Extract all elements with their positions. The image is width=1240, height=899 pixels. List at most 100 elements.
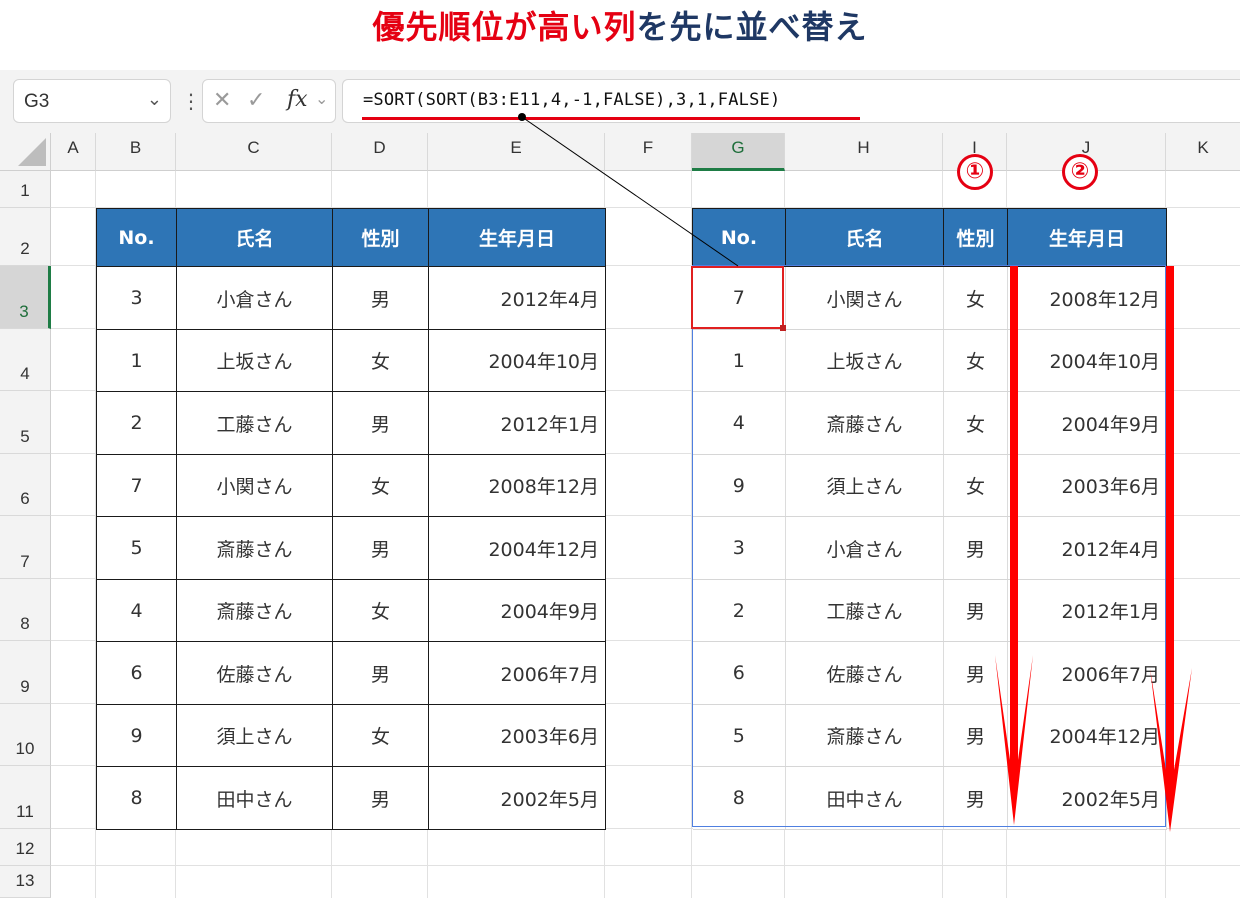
- cell-name[interactable]: 工藤さん: [785, 579, 944, 642]
- cell-birth[interactable]: 2006年7月: [1007, 641, 1167, 705]
- cell-gender[interactable]: 男: [943, 641, 1008, 705]
- row-header-5[interactable]: 5: [0, 391, 51, 454]
- cell-no[interactable]: 9: [692, 454, 786, 517]
- cell-gender[interactable]: 男: [943, 766, 1008, 830]
- cell-no[interactable]: 8: [692, 766, 786, 830]
- cell-name[interactable]: 上坂さん: [176, 329, 333, 392]
- cell-no[interactable]: 3: [96, 266, 177, 330]
- cell-birth[interactable]: 2002年5月: [428, 766, 606, 830]
- confirm-icon[interactable]: ✓: [247, 88, 265, 113]
- cell-name[interactable]: 佐藤さん: [785, 641, 944, 705]
- cell-no[interactable]: 2: [96, 391, 177, 455]
- chevron-down-icon[interactable]: ⌄: [315, 89, 328, 108]
- cell-gender[interactable]: 男: [943, 704, 1008, 767]
- cell-name[interactable]: 佐藤さん: [176, 641, 333, 705]
- cell-birth[interactable]: 2008年12月: [1007, 266, 1167, 330]
- cell-name[interactable]: 斎藤さん: [785, 704, 944, 767]
- cell-gender[interactable]: 女: [332, 579, 429, 642]
- cell-gender[interactable]: 男: [943, 579, 1008, 642]
- row-header-8[interactable]: 8: [0, 579, 51, 641]
- cell-no[interactable]: 5: [692, 704, 786, 767]
- row-header-11[interactable]: 11: [0, 766, 51, 829]
- select-all-button[interactable]: [0, 133, 51, 171]
- cell-gender[interactable]: 女: [332, 704, 429, 767]
- cell-birth[interactable]: 2012年1月: [1007, 579, 1167, 642]
- cell-no[interactable]: 4: [692, 391, 786, 455]
- cell-birth[interactable]: 2012年4月: [1007, 516, 1167, 580]
- column-header-h[interactable]: H: [785, 133, 943, 171]
- column-header-b[interactable]: B: [96, 133, 176, 171]
- cell-name[interactable]: 斎藤さん: [785, 391, 944, 455]
- cell-name[interactable]: 上坂さん: [785, 329, 944, 392]
- cell-gender[interactable]: 女: [332, 329, 429, 392]
- cell-no[interactable]: 5: [96, 516, 177, 580]
- column-header-a[interactable]: A: [51, 133, 96, 171]
- cell-name[interactable]: 田中さん: [176, 766, 333, 830]
- cell-gender[interactable]: 女: [943, 391, 1008, 455]
- cell-name[interactable]: 斎藤さん: [176, 516, 333, 580]
- cell-name[interactable]: 小関さん: [785, 266, 944, 330]
- row-header-10[interactable]: 10: [0, 704, 51, 766]
- cell-gender[interactable]: 男: [332, 516, 429, 580]
- cell-gender[interactable]: 女: [943, 454, 1008, 517]
- row-header-4[interactable]: 4: [0, 329, 51, 391]
- row-header-6[interactable]: 6: [0, 454, 51, 516]
- fill-handle[interactable]: [780, 325, 786, 331]
- column-header-c[interactable]: C: [176, 133, 332, 171]
- row-header-12[interactable]: 12: [0, 829, 51, 866]
- row-header-1[interactable]: 1: [0, 171, 51, 208]
- cell-gender[interactable]: 男: [943, 516, 1008, 580]
- active-cell[interactable]: [691, 266, 784, 329]
- cell-birth[interactable]: 2004年12月: [428, 516, 606, 580]
- cell-gender[interactable]: 男: [332, 266, 429, 330]
- cell-name[interactable]: 斎藤さん: [176, 579, 333, 642]
- cell-birth[interactable]: 2006年7月: [428, 641, 606, 705]
- cell-name[interactable]: 田中さん: [785, 766, 944, 830]
- cell-birth[interactable]: 2003年6月: [428, 704, 606, 767]
- cell-birth[interactable]: 2004年9月: [428, 579, 606, 642]
- cell-birth[interactable]: 2004年12月: [1007, 704, 1167, 767]
- chevron-down-icon[interactable]: ⌄: [147, 89, 162, 110]
- cell-no[interactable]: 2: [692, 579, 786, 642]
- cell-birth[interactable]: 2012年4月: [428, 266, 606, 330]
- cell-birth[interactable]: 2008年12月: [428, 454, 606, 517]
- cell-no[interactable]: 3: [692, 516, 786, 580]
- cell-birth[interactable]: 2004年10月: [428, 329, 606, 392]
- cell-name[interactable]: 小倉さん: [785, 516, 944, 580]
- row-header-3[interactable]: 3: [0, 266, 51, 329]
- column-header-k[interactable]: K: [1166, 133, 1240, 171]
- cell-name[interactable]: 須上さん: [785, 454, 944, 517]
- cell-gender[interactable]: 女: [943, 266, 1008, 330]
- cell-gender[interactable]: 男: [332, 391, 429, 455]
- row-header-13[interactable]: 13: [0, 866, 51, 898]
- name-box[interactable]: G3 ⌄: [13, 79, 171, 123]
- cell-gender[interactable]: 男: [332, 766, 429, 830]
- cell-gender[interactable]: 女: [943, 329, 1008, 392]
- cell-birth[interactable]: 2012年1月: [428, 391, 606, 455]
- cell-no[interactable]: 8: [96, 766, 177, 830]
- column-header-f[interactable]: F: [605, 133, 692, 171]
- cell-no[interactable]: 1: [692, 329, 786, 392]
- column-header-e[interactable]: E: [428, 133, 605, 171]
- cell-no[interactable]: 6: [692, 641, 786, 705]
- cell-no[interactable]: 1: [96, 329, 177, 392]
- row-header-9[interactable]: 9: [0, 641, 51, 704]
- cell-no[interactable]: 4: [96, 579, 177, 642]
- row-header-2[interactable]: 2: [0, 208, 51, 266]
- cell-birth[interactable]: 2002年5月: [1007, 766, 1167, 830]
- column-header-d[interactable]: D: [332, 133, 428, 171]
- cancel-icon[interactable]: ✕: [213, 88, 231, 113]
- cell-name[interactable]: 工藤さん: [176, 391, 333, 455]
- column-header-g[interactable]: G: [692, 133, 785, 171]
- cell-birth[interactable]: 2004年9月: [1007, 391, 1167, 455]
- cell-name[interactable]: 小関さん: [176, 454, 333, 517]
- row-header-7[interactable]: 7: [0, 516, 51, 579]
- cell-no[interactable]: 6: [96, 641, 177, 705]
- cell-birth[interactable]: 2003年6月: [1007, 454, 1167, 517]
- insert-function-icon[interactable]: fx: [287, 87, 308, 112]
- cell-no[interactable]: 9: [96, 704, 177, 767]
- cell-name[interactable]: 小倉さん: [176, 266, 333, 330]
- cell-name[interactable]: 須上さん: [176, 704, 333, 767]
- more-options-icon[interactable]: ⋮: [181, 89, 201, 113]
- cell-gender[interactable]: 女: [332, 454, 429, 517]
